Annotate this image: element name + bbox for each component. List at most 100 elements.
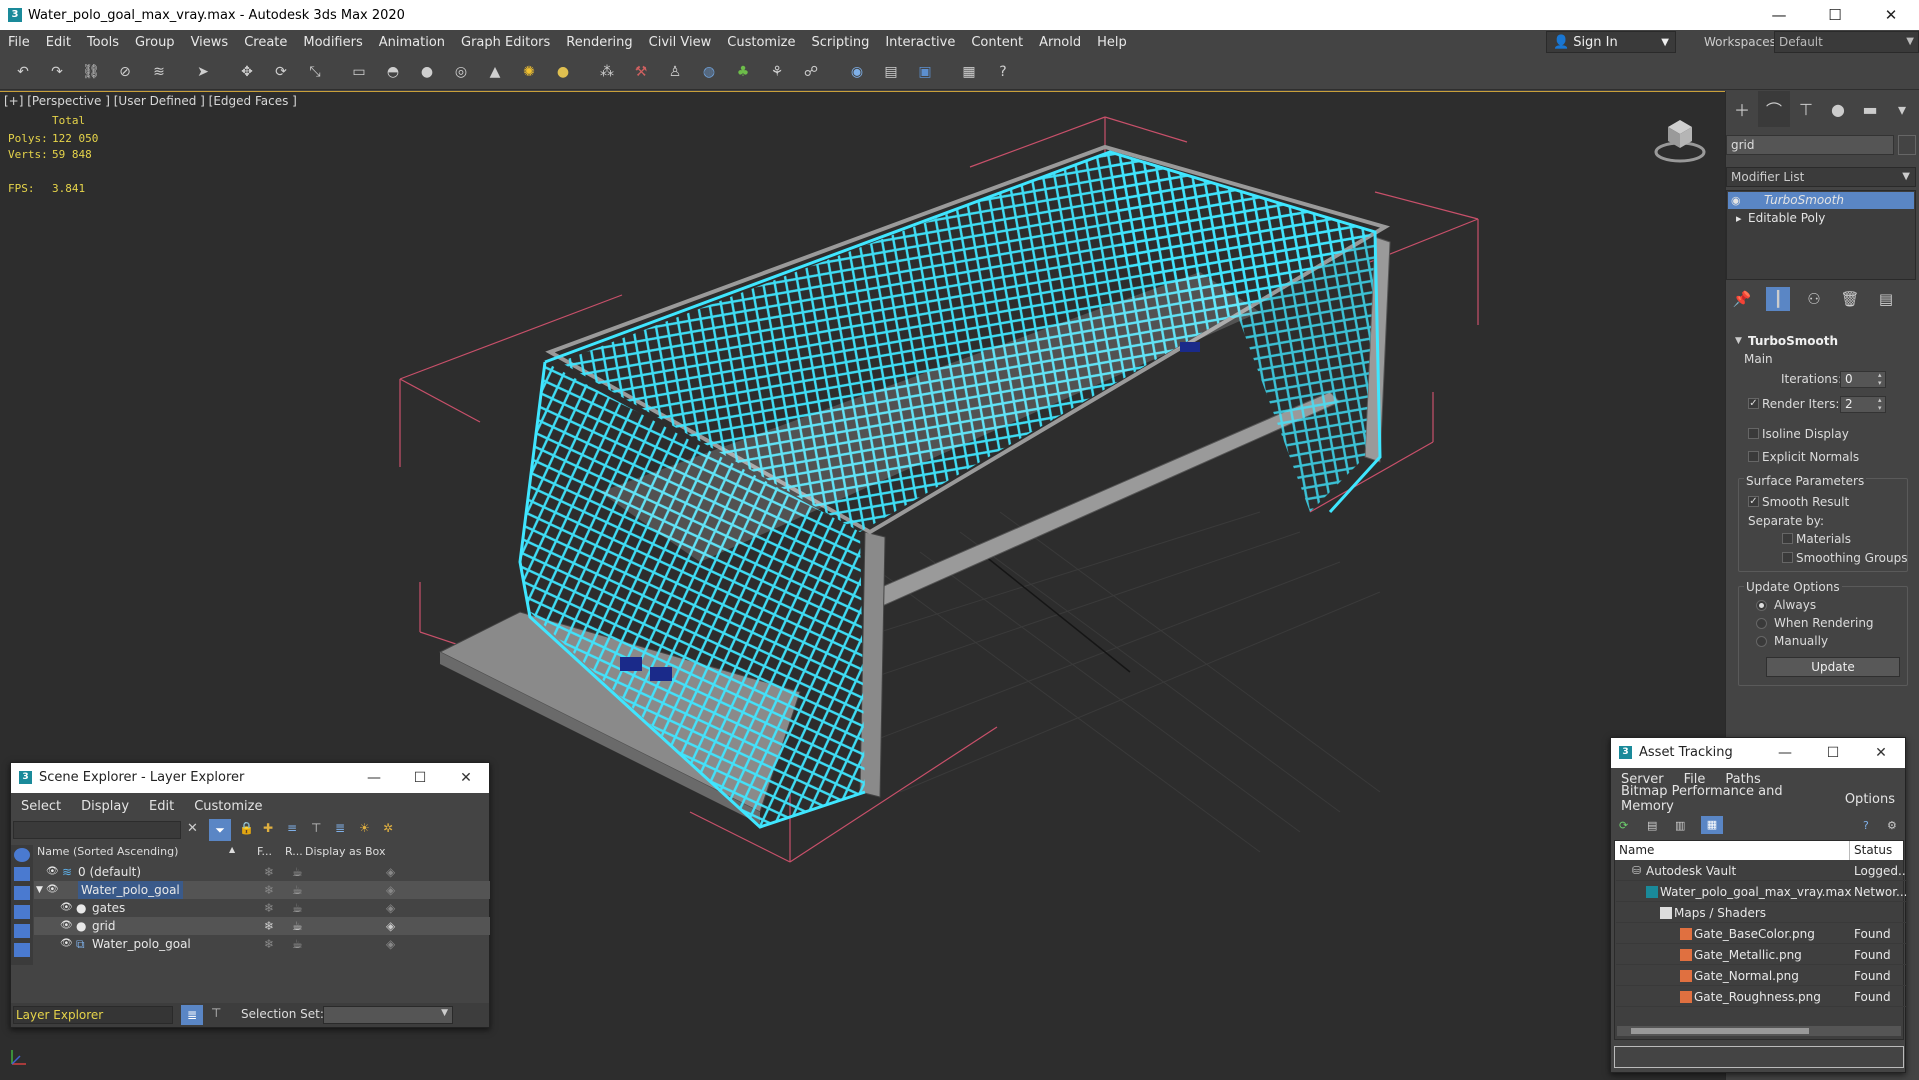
list-item[interactable]: Water_polo_goal_max_vray.max Networ... — [1616, 882, 1906, 902]
configure-sets-icon[interactable]: ▤ — [1874, 287, 1898, 311]
hierarchy-mode-icon[interactable]: ⊤ — [211, 1006, 221, 1020]
at-menu-bitmap-performance[interactable]: Bitmap Performance and Memory — [1611, 784, 1835, 814]
rollout-collapse-icon[interactable]: ▼ — [1735, 336, 1742, 346]
foliage-icon[interactable]: ♣ — [732, 61, 754, 83]
minimize-button[interactable]: — — [351, 763, 397, 793]
biped-icon[interactable]: ♙ — [664, 61, 686, 83]
menu-modifiers[interactable]: Modifiers — [295, 35, 370, 50]
help-icon[interactable]: ? — [992, 61, 1014, 83]
new-layer-icon[interactable]: ✚ — [263, 821, 273, 835]
menu-views[interactable]: Views — [183, 35, 237, 50]
menu-edit[interactable]: Edit — [38, 35, 79, 50]
freeze-icon[interactable]: ❄ — [264, 899, 274, 917]
col-display-as-box[interactable]: Display as Box — [305, 845, 385, 858]
settings-icon[interactable]: ✲ — [383, 821, 393, 835]
table-row[interactable]: 👁 ⧉ Water_polo_goal ❄ ☕ ◈ — [34, 935, 490, 953]
utilities-tab-icon[interactable]: ▾ — [1886, 91, 1918, 127]
display-spacewarps-icon[interactable] — [14, 943, 30, 957]
box-icon[interactable]: ◈ — [386, 917, 395, 935]
select-scale-icon[interactable]: ⤡ — [304, 61, 326, 83]
modify-tab-icon[interactable]: ⌒ — [1758, 91, 1790, 127]
make-unique-icon[interactable]: ⚇ — [1802, 287, 1826, 311]
table-row[interactable]: 👁 ● grid ❄ ☕ ◈ — [34, 917, 490, 935]
remove-modifier-icon[interactable]: 🗑 — [1838, 287, 1862, 311]
freeze-icon[interactable]: ❄ — [264, 935, 274, 953]
when-rendering-radio[interactable] — [1756, 618, 1767, 629]
select-move-icon[interactable]: ✥ — [236, 61, 258, 83]
display-helpers-icon[interactable] — [14, 924, 30, 938]
stack-item-turbosmooth[interactable]: ◉ TurboSmooth — [1728, 192, 1914, 209]
maximize-button[interactable]: ☐ — [1809, 738, 1857, 768]
layers-mode-icon[interactable]: ≣ — [181, 1005, 203, 1025]
create-dome-icon[interactable]: ◓ — [382, 61, 404, 83]
col-status[interactable]: Status — [1849, 841, 1892, 860]
link-icon[interactable]: ⛓ — [80, 61, 102, 83]
close-button[interactable]: ✕ — [443, 763, 489, 793]
menu-interactive[interactable]: Interactive — [877, 35, 963, 50]
list-item[interactable]: Gate_Normal.png Found — [1616, 966, 1906, 986]
particle-icon[interactable]: ⁂ — [596, 61, 618, 83]
create-box-icon[interactable]: ▭ — [348, 61, 370, 83]
table-view-icon[interactable]: ▦ — [1701, 816, 1723, 834]
lock-icon[interactable]: 🔒 — [239, 821, 254, 835]
list-icon[interactable]: ▤ — [1647, 819, 1657, 832]
sun-icon[interactable]: ● — [552, 61, 574, 83]
expand-arrow-icon[interactable]: ▸ — [1736, 210, 1742, 227]
scrollbar-thumb[interactable] — [1631, 1028, 1809, 1034]
render-teapot-icon[interactable]: ☕ — [292, 917, 303, 935]
list-item[interactable]: Gate_BaseColor.png Found — [1616, 924, 1906, 944]
turbosmooth-rollout-title[interactable]: TurboSmooth — [1748, 334, 1838, 348]
clear-filter-icon[interactable]: ✕ — [187, 821, 198, 836]
table-row[interactable]: ▼ 👁 Water_polo_goal ❄ ☕ ◈ — [34, 881, 490, 899]
freeze-icon[interactable]: ❄ — [264, 917, 274, 935]
light-icon[interactable]: ✺ — [518, 61, 540, 83]
list-item[interactable]: Maps / Shaders — [1616, 903, 1906, 923]
display-tab-icon[interactable]: ▬ — [1854, 91, 1886, 127]
always-radio[interactable] — [1756, 600, 1767, 611]
select-object-icon[interactable]: ➤ — [192, 61, 214, 83]
render-setup-icon[interactable]: ▤ — [880, 61, 902, 83]
minimize-button[interactable]: — — [1761, 738, 1809, 768]
modifier-list-dropdown[interactable]: Modifier List ▼ — [1726, 167, 1916, 187]
asset-path-field[interactable] — [1614, 1046, 1904, 1068]
motion-tab-icon[interactable]: ● — [1822, 91, 1854, 127]
list-item[interactable]: Gate_Metallic.png Found — [1616, 945, 1906, 965]
render-teapot-icon[interactable]: ☕ — [292, 935, 303, 953]
asset-tracking-titlebar[interactable]: 3 Asset Tracking — ☐ ✕ — [1611, 738, 1905, 768]
eye-icon[interactable]: 👁 — [60, 899, 73, 917]
update-button[interactable]: Update — [1766, 657, 1900, 677]
hierarchy-icon[interactable]: ⊤ — [311, 821, 321, 835]
object-name-field[interactable]: grid — [1726, 135, 1894, 155]
list-item[interactable]: Gate_Roughness.png Found — [1616, 987, 1906, 1007]
view-icon[interactable]: ▥ — [1675, 819, 1685, 832]
undo-icon[interactable]: ↶ — [12, 61, 34, 83]
box-icon[interactable]: ◈ — [386, 899, 395, 917]
material-editor-icon[interactable]: ◉ — [846, 61, 868, 83]
render-teapot-icon[interactable]: ☕ — [292, 881, 303, 899]
table-row[interactable]: 👁 ≋ 0 (default) ❄ ☕ ◈ — [34, 863, 490, 881]
display-geometry-icon[interactable] — [14, 867, 30, 881]
unlink-icon[interactable]: ⊘ — [114, 61, 136, 83]
render-frame-icon[interactable]: ▣ — [914, 61, 936, 83]
help-icon[interactable]: ? — [1863, 819, 1869, 832]
minimize-button[interactable]: — — [1751, 0, 1807, 30]
viewcube-icon[interactable] — [1650, 112, 1710, 167]
menu-tools[interactable]: Tools — [79, 35, 127, 50]
horizontal-scrollbar[interactable] — [1617, 1026, 1901, 1036]
selection-set-dropdown[interactable]: ▼ — [323, 1006, 453, 1024]
scene-explorer-titlebar[interactable]: 3 Scene Explorer - Layer Explorer — ☐ ✕ — [11, 763, 489, 793]
freeze-icon[interactable]: ❄ — [264, 863, 274, 881]
smoothing-groups-checkbox[interactable] — [1782, 552, 1793, 563]
close-button[interactable]: ✕ — [1863, 0, 1919, 30]
menu-content[interactable]: Content — [963, 35, 1031, 50]
menu-graph-editors[interactable]: Graph Editors — [453, 35, 558, 50]
col-render[interactable]: R... — [285, 845, 303, 858]
create-sphere-icon[interactable]: ● — [416, 61, 438, 83]
menu-arnold[interactable]: Arnold — [1031, 35, 1089, 50]
sign-in-dropdown[interactable]: 👤 Sign In ▼ — [1546, 31, 1676, 53]
isoline-display-checkbox[interactable] — [1748, 428, 1759, 439]
create-tab-icon[interactable]: ＋ — [1726, 91, 1758, 127]
list-item[interactable]: ⛁ Autodesk Vault Logged... — [1616, 861, 1906, 881]
se-menu-select[interactable]: Select — [11, 799, 71, 814]
menu-civil-view[interactable]: Civil View — [641, 35, 720, 50]
